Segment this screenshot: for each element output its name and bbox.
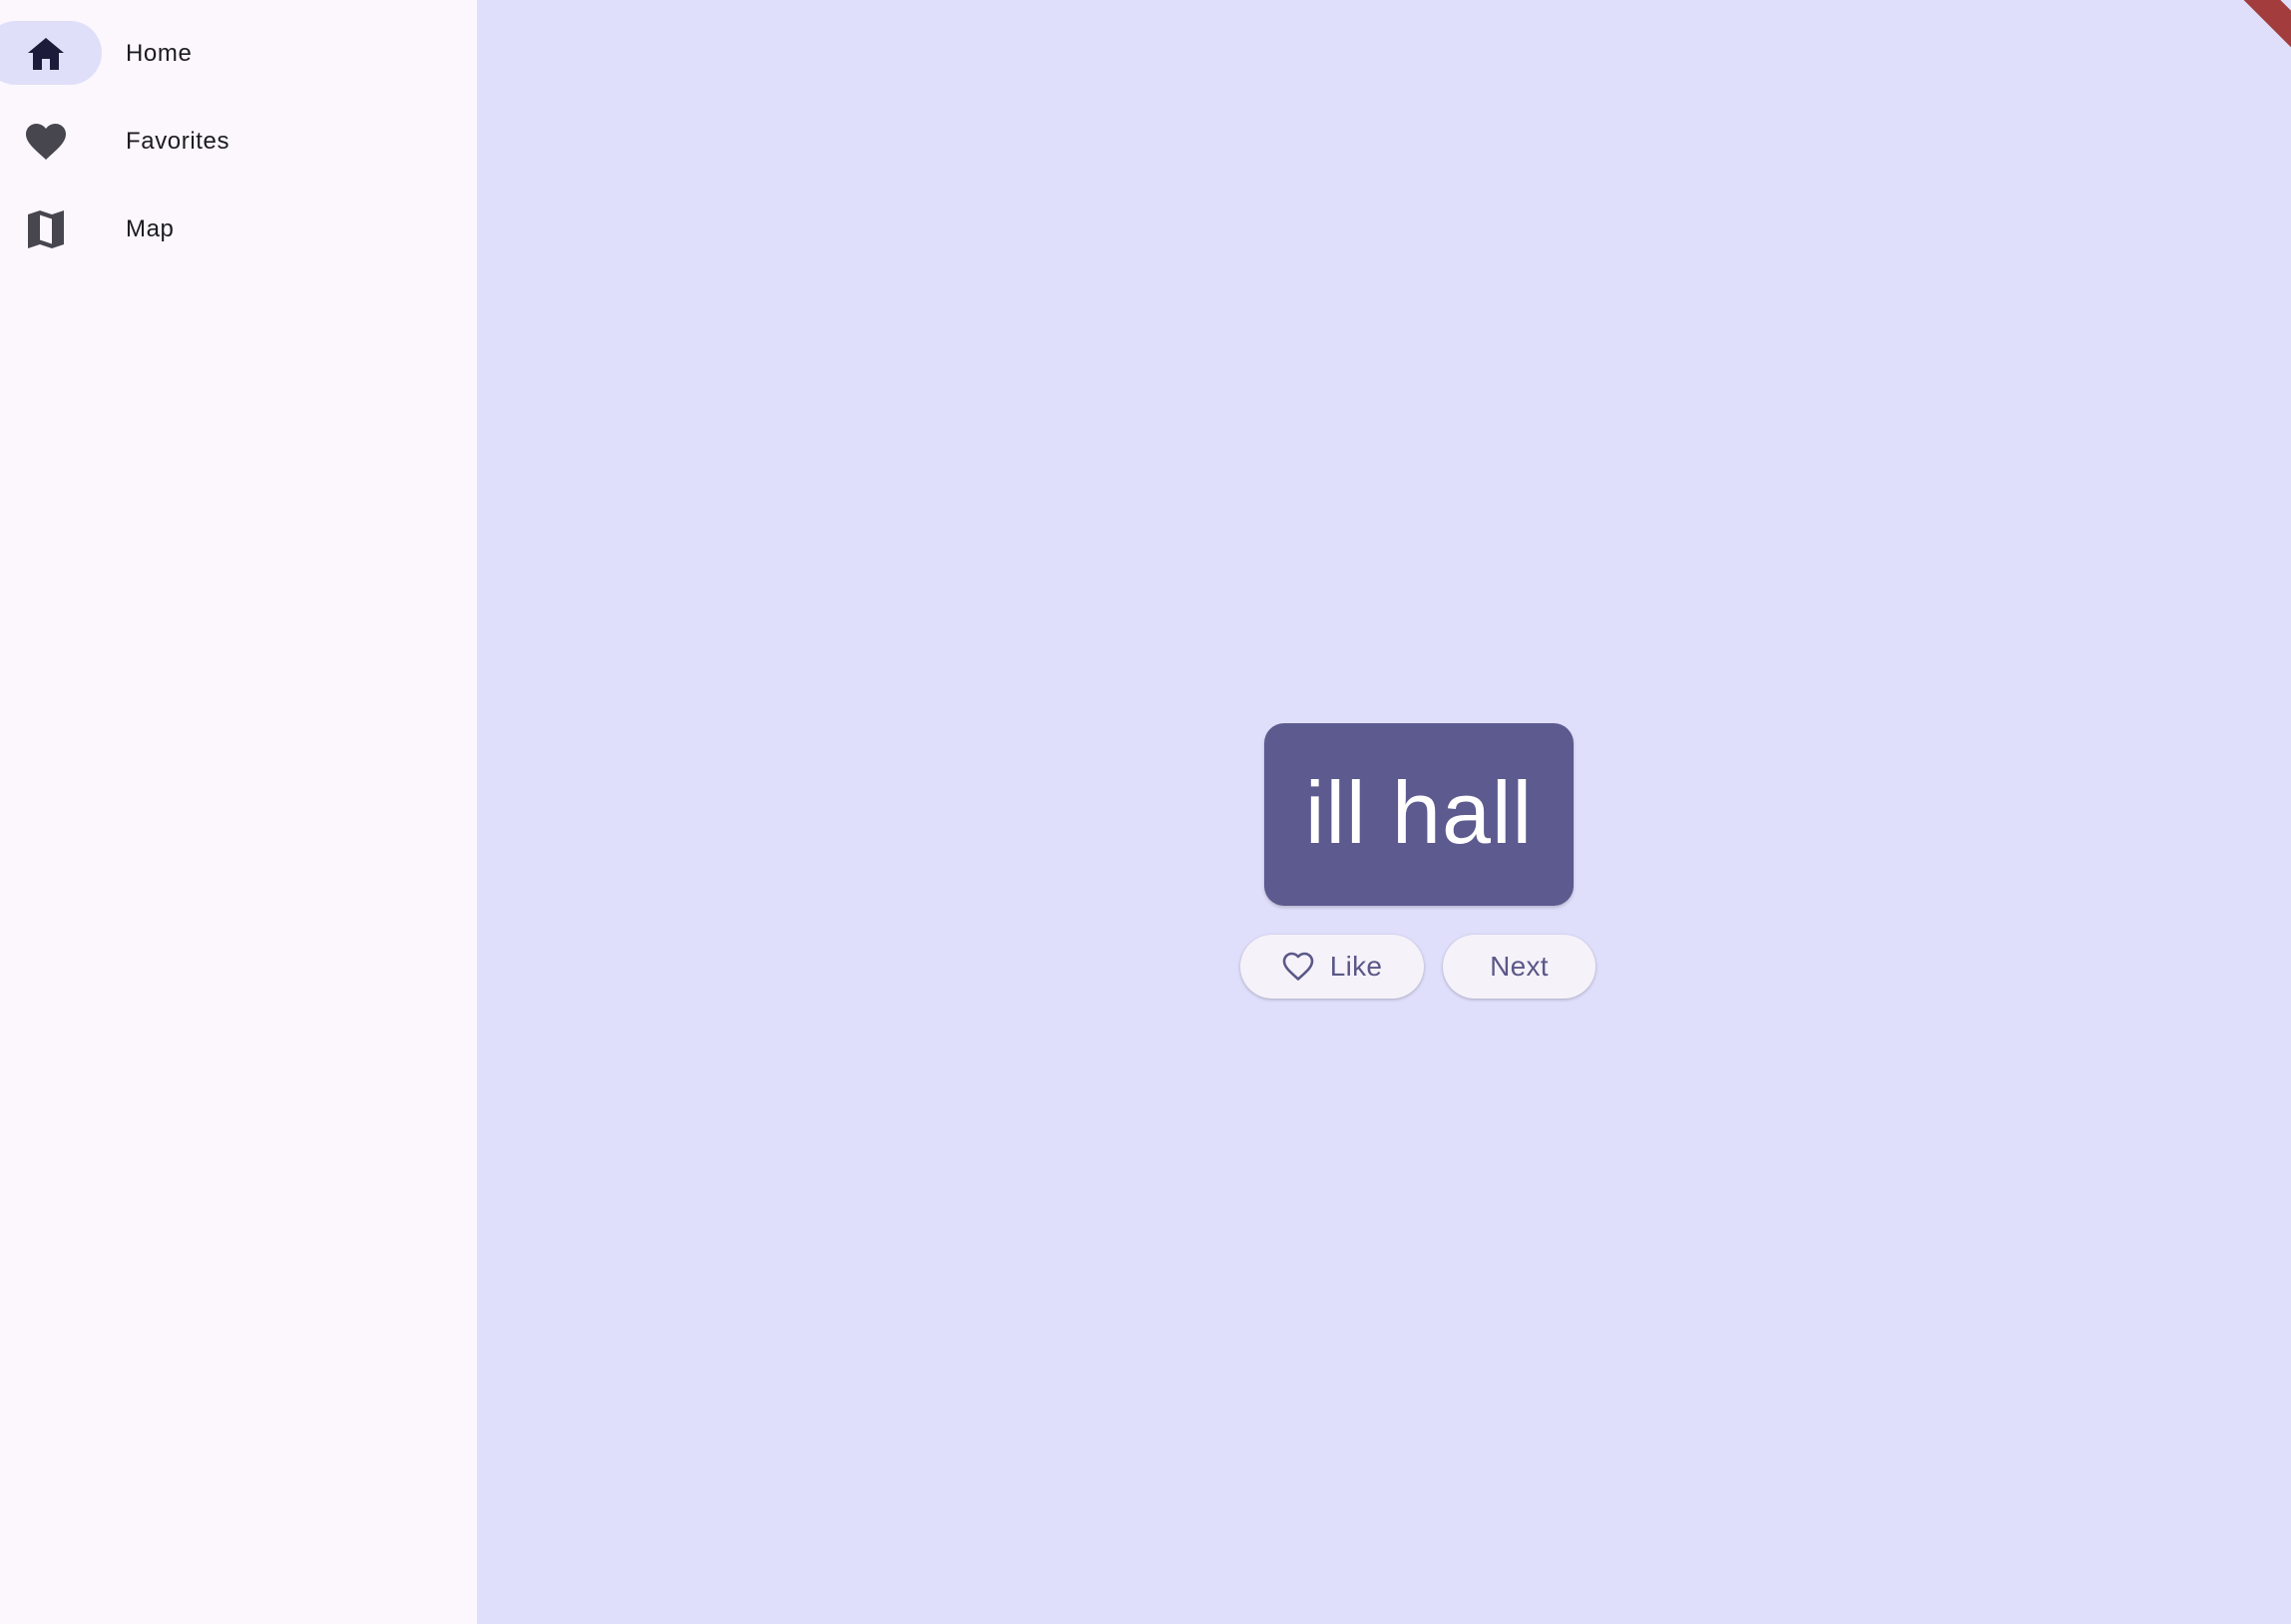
heart-icon — [23, 123, 69, 161]
nav-item-label: Home — [126, 40, 193, 67]
word-card: ill hall — [1264, 723, 1574, 906]
nav-item-label: Favorites — [126, 128, 230, 155]
map-icon — [23, 210, 69, 248]
like-button[interactable]: Like — [1240, 935, 1424, 999]
heart-outline-icon — [1282, 951, 1314, 983]
nav-item-map[interactable]: Map — [0, 197, 477, 284]
word-pair-text: ill hall — [1304, 762, 1534, 862]
debug-banner-band — [2231, 0, 2291, 60]
next-button-label: Next — [1490, 951, 1549, 982]
next-button[interactable]: Next — [1443, 935, 1596, 999]
like-button-label: Like — [1329, 951, 1383, 982]
nav-item-home[interactable]: Home — [0, 21, 477, 109]
nav-item-label: Map — [126, 215, 175, 242]
main-content: ill hall Like Next — [477, 0, 2291, 1624]
home-icon — [23, 35, 69, 73]
debug-banner — [2231, 0, 2291, 60]
nav-item-favorites[interactable]: Favorites — [0, 109, 477, 197]
app-window: Home Favorites Map ill hall Like Next — [0, 0, 2291, 1624]
navigation-rail: Home Favorites Map — [0, 0, 477, 1624]
